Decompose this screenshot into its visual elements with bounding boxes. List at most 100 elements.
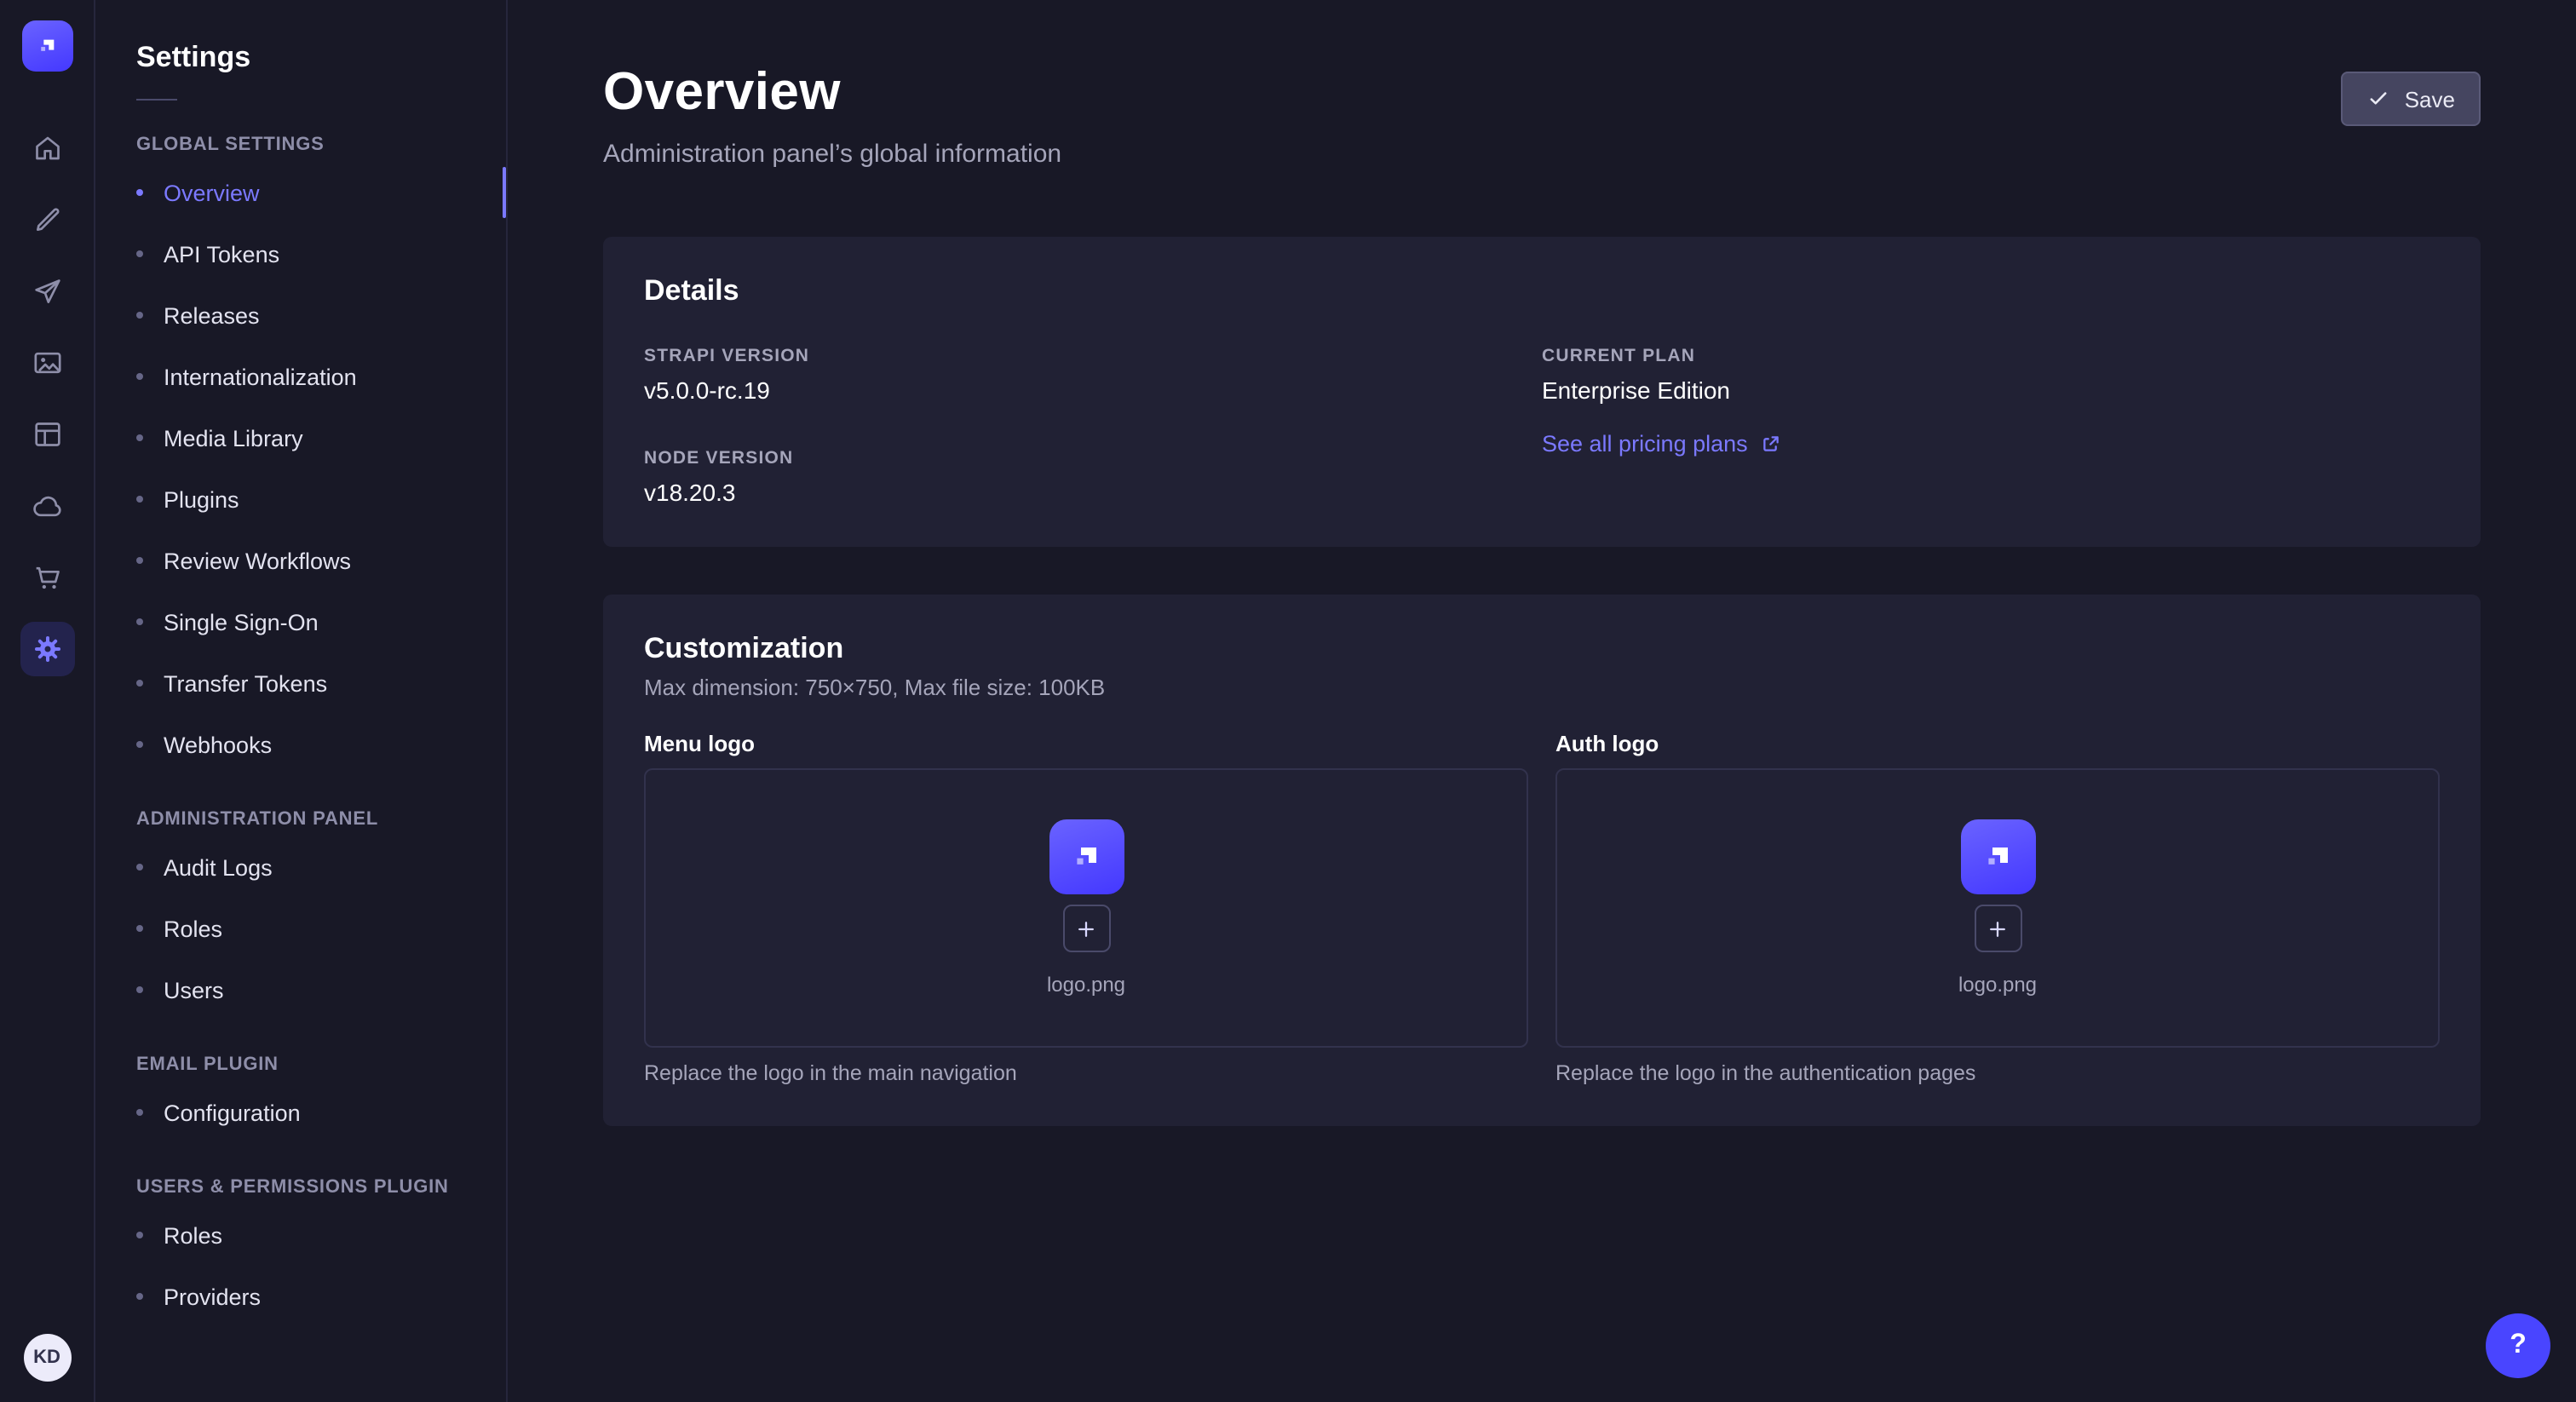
sidebar-item-label: Roles: [164, 916, 222, 941]
sidebar-item-admin-users[interactable]: Users: [95, 959, 506, 1020]
page-header: Overview Administration panel’s global i…: [603, 61, 2481, 169]
section-email-plugin: EMAIL PLUGIN Configuration: [95, 1054, 506, 1143]
settings-sidebar: Settings GLOBAL SETTINGS Overview API To…: [95, 0, 508, 1402]
save-button[interactable]: Save: [2342, 72, 2481, 126]
avatar[interactable]: KD: [23, 1334, 71, 1382]
main-content: Overview Administration panel’s global i…: [508, 0, 2576, 1402]
sidebar-item-api-tokens[interactable]: API Tokens: [95, 223, 506, 284]
brush-icon[interactable]: [20, 192, 74, 247]
divider: [136, 99, 177, 101]
sidebar-item-plugins[interactable]: Plugins: [95, 468, 506, 530]
auth-logo-dropzone[interactable]: logo.png: [1555, 768, 2440, 1048]
sidebar-item-single-sign-on[interactable]: Single Sign-On: [95, 591, 506, 652]
section-users-permissions-plugin: USERS & PERMISSIONS PLUGIN Roles Provide…: [95, 1177, 506, 1327]
sidebar-item-email-configuration[interactable]: Configuration: [95, 1082, 506, 1143]
section-label: USERS & PERMISSIONS PLUGIN: [95, 1177, 506, 1198]
sidebar-item-label: Single Sign-On: [164, 609, 319, 635]
details-grid: STRAPI VERSION v5.0.0-rc.19 NODE VERSION…: [644, 346, 2440, 506]
section-administration-panel: ADMINISTRATION PANEL Audit Logs Roles Us…: [95, 809, 506, 1020]
plus-icon: [1075, 917, 1097, 939]
sidebar-item-transfer-tokens[interactable]: Transfer Tokens: [95, 652, 506, 714]
bullet-icon: [136, 680, 143, 687]
bullet-icon: [136, 557, 143, 564]
sidebar-item-label: Review Workflows: [164, 548, 351, 573]
bullet-icon: [136, 189, 143, 196]
auth-logo-upload: Auth logo logo.png Replac: [1555, 731, 2440, 1085]
sidebar-item-review-workflows[interactable]: Review Workflows: [95, 530, 506, 591]
strapi-logo-glyph: [1066, 836, 1107, 877]
section-global-settings: GLOBAL SETTINGS Overview API Tokens Rele…: [95, 135, 506, 775]
sidebar-item-up-providers[interactable]: Providers: [95, 1266, 506, 1327]
sidebar-item-overview[interactable]: Overview: [95, 162, 506, 223]
sidebar-item-label: Audit Logs: [164, 854, 273, 880]
field-label: CURRENT PLAN: [1542, 346, 2440, 366]
plus-icon: [1987, 917, 2009, 939]
details-card: Details STRAPI VERSION v5.0.0-rc.19 NODE…: [603, 237, 2481, 547]
bullet-icon: [136, 496, 143, 503]
field-value: v18.20.3: [644, 479, 1542, 506]
auth-logo-preview: [1960, 819, 2035, 894]
paper-plane-icon[interactable]: [20, 264, 74, 319]
sidebar-item-label: Users: [164, 977, 224, 1003]
customization-constraints: Max dimension: 750×750, Max file size: 1…: [644, 675, 2440, 700]
media-library-icon[interactable]: [20, 336, 74, 390]
pricing-plans-link[interactable]: See all pricing plans: [1542, 431, 1782, 457]
section-label: GLOBAL SETTINGS: [95, 135, 506, 155]
details-card-title: Details: [644, 274, 2440, 308]
field-label: STRAPI VERSION: [644, 346, 1542, 366]
customization-card: Customization Max dimension: 750×750, Ma…: [603, 595, 2481, 1126]
sidebar-item-label: Overview: [164, 180, 260, 205]
auth-logo-filename: logo.png: [1958, 973, 2037, 997]
bullet-icon: [136, 925, 143, 932]
cloud-icon[interactable]: [20, 479, 74, 533]
sidebar-item-label: Media Library: [164, 425, 303, 451]
help-button[interactable]: ?: [2486, 1313, 2550, 1378]
sidebar-item-label: Plugins: [164, 486, 239, 512]
change-auth-logo-button[interactable]: [1974, 905, 2021, 952]
sidebar-item-label: Roles: [164, 1222, 222, 1248]
details-right-column: CURRENT PLAN Enterprise Edition See all …: [1542, 346, 2440, 506]
pricing-plans-link-label: See all pricing plans: [1542, 431, 1748, 457]
bullet-icon: [136, 741, 143, 748]
bullet-icon: [136, 250, 143, 257]
strapi-version-field: STRAPI VERSION v5.0.0-rc.19: [644, 346, 1542, 404]
strapi-logo-glyph: [1977, 836, 2018, 877]
current-plan-field: CURRENT PLAN Enterprise Edition See all …: [1542, 346, 2440, 460]
app-window: KD Settings GLOBAL SETTINGS Overview API…: [0, 0, 2576, 1402]
bullet-icon: [136, 1109, 143, 1116]
sidebar-item-label: Webhooks: [164, 732, 272, 757]
sidebar-item-admin-roles[interactable]: Roles: [95, 898, 506, 959]
sidebar-item-label: Configuration: [164, 1100, 301, 1125]
cart-icon[interactable]: [20, 550, 74, 605]
bullet-icon: [136, 618, 143, 625]
bullet-icon: [136, 864, 143, 871]
external-link-icon: [1760, 433, 1782, 455]
menu-logo-filename: logo.png: [1047, 973, 1125, 997]
settings-sidebar-title: Settings: [95, 41, 506, 75]
sidebar-item-webhooks[interactable]: Webhooks: [95, 714, 506, 775]
upload-label: Menu logo: [644, 731, 1528, 756]
strapi-logo[interactable]: [21, 20, 72, 72]
page-title: Overview: [603, 61, 1061, 123]
home-icon[interactable]: [20, 121, 74, 175]
main-nav-rail: KD: [0, 0, 95, 1402]
menu-logo-upload: Menu logo logo.png Replac: [644, 731, 1528, 1085]
field-value: Enterprise Edition: [1542, 376, 2440, 404]
sidebar-item-releases[interactable]: Releases: [95, 284, 506, 346]
auth-logo-hint: Replace the logo in the authentication p…: [1555, 1061, 2440, 1085]
change-menu-logo-button[interactable]: [1062, 905, 1110, 952]
sidebar-item-audit-logs[interactable]: Audit Logs: [95, 836, 506, 898]
menu-logo-hint: Replace the logo in the main navigation: [644, 1061, 1528, 1085]
sidebar-item-media-library[interactable]: Media Library: [95, 407, 506, 468]
sidebar-item-label: Transfer Tokens: [164, 670, 327, 696]
sidebar-item-up-roles[interactable]: Roles: [95, 1204, 506, 1266]
strapi-logo-glyph: [33, 32, 60, 60]
sidebar-item-internationalization[interactable]: Internationalization: [95, 346, 506, 407]
bullet-icon: [136, 1293, 143, 1300]
save-button-label: Save: [2405, 86, 2455, 112]
sidebar-item-label: Providers: [164, 1284, 261, 1309]
menu-logo-dropzone[interactable]: logo.png: [644, 768, 1528, 1048]
gear-icon[interactable]: [20, 622, 74, 676]
check-icon: [2367, 87, 2391, 111]
content-manager-icon[interactable]: [20, 407, 74, 462]
